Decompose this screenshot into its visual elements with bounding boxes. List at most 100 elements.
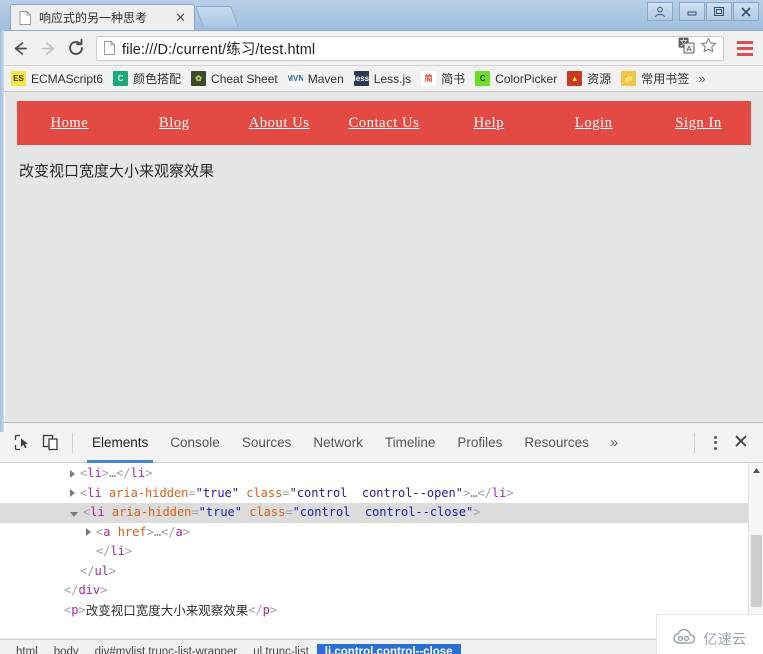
- devtools-tab-console[interactable]: Console: [159, 423, 231, 463]
- dom-tree-node[interactable]: </li >: [0, 542, 763, 562]
- page-body-text: 改变视口宽度大小来观察效果: [19, 162, 215, 180]
- dom-tree-node[interactable]: < li aria-hidden = "true" class = "control co…: [0, 503, 763, 523]
- page-nav-link[interactable]: Contact Us: [332, 115, 437, 132]
- dom-token-punct: >: [124, 544, 133, 558]
- devtools-tab-timeline[interactable]: Timeline: [374, 423, 447, 463]
- bookmark-favicon-icon: 简: [421, 71, 437, 86]
- devtools-tab-elements[interactable]: Elements: [81, 423, 159, 463]
- inspect-element-icon[interactable]: [8, 429, 36, 457]
- dom-tree-node[interactable]: </ul >: [0, 562, 763, 582]
- browser-toolbar: file:///D:/current/练习/test.html 文 A: [0, 31, 763, 66]
- devtools-tab-network[interactable]: Network: [302, 423, 374, 463]
- back-button[interactable]: [6, 34, 34, 62]
- tab-strip: 响应式的另一种思考 ✕: [10, 1, 239, 30]
- bookmarks-bar: ES ECMAScript6 C 颜色搭配 ✿ Cheat Sheet MVN Mavenle…: [0, 66, 763, 92]
- devtools-tabs-overflow-icon[interactable]: »: [600, 423, 628, 463]
- devtools-tab-profiles[interactable]: Profiles: [446, 423, 513, 463]
- bookmark-favicon-icon: ✿: [191, 71, 207, 86]
- page-nav-link[interactable]: Sign In: [646, 115, 751, 132]
- dom-token-punct: >: [506, 485, 514, 500]
- bookmark-star-icon[interactable]: [700, 37, 717, 59]
- page-nav-link[interactable]: About Us: [227, 115, 332, 132]
- window-left-edge: [0, 30, 4, 432]
- maximize-button[interactable]: [706, 2, 732, 21]
- browser-window: 响应式的另一种思考 ✕ file:///D:/current/练习/test.h…: [0, 0, 763, 654]
- translate-icon[interactable]: 文 A: [678, 37, 695, 59]
- breadcrumb-item[interactable]: html: [8, 644, 46, 654]
- dom-token-punct: >: [101, 466, 109, 480]
- bookmark-item[interactable]: ES ECMAScript6: [6, 69, 108, 89]
- bookmark-item[interactable]: MVN Maven: [283, 69, 349, 89]
- url-text[interactable]: file:///D:/current/练习/test.html: [122, 38, 678, 59]
- bookmark-item[interactable]: less Less.js: [349, 69, 416, 89]
- dom-token-val: "control control--close": [292, 505, 474, 519]
- devtools-close-icon[interactable]: ✕: [727, 429, 755, 457]
- page-nav-link[interactable]: Blog: [122, 115, 227, 132]
- bookmark-item[interactable]: C ColorPicker: [470, 69, 562, 89]
- scrollbar-thumb[interactable]: [751, 535, 762, 607]
- expand-arrow-right-icon[interactable]: [86, 528, 91, 537]
- user-profile-icon[interactable]: [647, 2, 673, 21]
- devtools-tabs: Elements Console Sources Network Timeline Pro…: [81, 423, 686, 463]
- devtools-tab-sources[interactable]: Sources: [231, 423, 303, 463]
- bookmark-label: Less.js: [373, 71, 412, 86]
- chrome-menu-button[interactable]: [733, 35, 757, 61]
- minimize-button[interactable]: [679, 2, 705, 21]
- tab-close-icon[interactable]: ✕: [173, 10, 188, 25]
- reload-button[interactable]: [62, 34, 90, 62]
- bookmark-item[interactable]: C 颜色搭配: [108, 69, 186, 89]
- dom-tree-node[interactable]: < p > 改变视口宽度大小来观察效果 </p >: [0, 601, 763, 621]
- dom-token-punct: </: [64, 583, 79, 597]
- dom-token-punct: >: [108, 563, 117, 578]
- breadcrumb-item[interactable]: li.control.control--close: [316, 643, 461, 654]
- bookmarks-overflow-icon[interactable]: »: [694, 71, 709, 86]
- bookmark-label: 颜色搭配: [133, 72, 182, 86]
- page-navigation-bar: Home Blog About Us Contact Us Help Login Sign …: [17, 101, 751, 145]
- bookmark-item[interactable]: 📁 常用书签: [616, 69, 694, 89]
- dom-token-tag: p: [71, 602, 79, 617]
- devtools-toolbar-right: ✕: [686, 429, 755, 457]
- dom-tree-node[interactable]: < a href >… </a >: [0, 523, 763, 543]
- forward-button: [34, 34, 62, 62]
- breadcrumb-item[interactable]: div#mylist.trunc-list-wrapper: [87, 644, 246, 654]
- address-bar[interactable]: file:///D:/current/练习/test.html 文 A: [96, 35, 724, 61]
- bookmark-item[interactable]: 简简书: [416, 69, 470, 89]
- dom-tree-scrollbar[interactable]: [748, 463, 763, 638]
- page-nav-link[interactable]: Help: [436, 115, 541, 132]
- menu-line: [737, 46, 753, 50]
- bookmark-favicon-icon: 📁: [621, 71, 637, 86]
- dom-tree-node[interactable]: < li aria-hidden = "true" class = "control co…: [0, 484, 763, 504]
- browser-tab[interactable]: 响应式的另一种思考 ✕: [10, 4, 195, 30]
- new-tab-button[interactable]: [195, 6, 239, 27]
- scrollbar-up-arrow-icon[interactable]: [749, 463, 763, 478]
- dom-token-punct: =: [285, 505, 293, 519]
- devtools-tab-resources[interactable]: Resources: [513, 423, 600, 463]
- dom-tree-node[interactable]: < li >… </li >: [0, 464, 763, 484]
- dom-tree-node[interactable]: </div >: [0, 581, 763, 601]
- bookmark-favicon-icon: C: [113, 71, 129, 86]
- expand-arrow-right-icon[interactable]: [70, 469, 75, 478]
- breadcrumb-item[interactable]: body: [46, 644, 87, 654]
- expand-arrow-right-icon[interactable]: [70, 489, 75, 498]
- dom-token-tag: li: [491, 485, 507, 500]
- dom-token-punct: [102, 484, 109, 504]
- dom-tree[interactable]: < li >… </li > < li aria-hidden = "true" class = "…: [0, 463, 763, 638]
- page-nav-link[interactable]: Home: [17, 115, 122, 132]
- toggle-device-toolbar-icon[interactable]: [36, 429, 64, 457]
- dom-token-punct: =: [282, 485, 290, 500]
- bookmark-label: 资源: [587, 72, 612, 86]
- bookmark-label: ECMAScript6: [31, 71, 104, 86]
- devtools-more-options-icon[interactable]: [703, 435, 727, 450]
- dom-token-punct: <: [64, 602, 72, 617]
- page-nav-link[interactable]: Login: [541, 115, 646, 132]
- bookmark-item[interactable]: ▲ 资源: [562, 69, 616, 89]
- dom-token-punct: >: [462, 485, 471, 500]
- dom-breadcrumb: html body div#mylist.trunc-list-wrapper ul.…: [0, 639, 763, 654]
- breadcrumb-item[interactable]: ul.trunc-list: [245, 644, 317, 654]
- dom-token-tag: li: [90, 505, 105, 519]
- dom-token-attr: aria-hidden: [108, 485, 189, 500]
- close-button[interactable]: [733, 2, 759, 21]
- dom-token-attr: class: [246, 485, 283, 500]
- expand-arrow-down-icon[interactable]: [70, 511, 78, 517]
- bookmark-item[interactable]: ✿ Cheat Sheet: [186, 69, 283, 89]
